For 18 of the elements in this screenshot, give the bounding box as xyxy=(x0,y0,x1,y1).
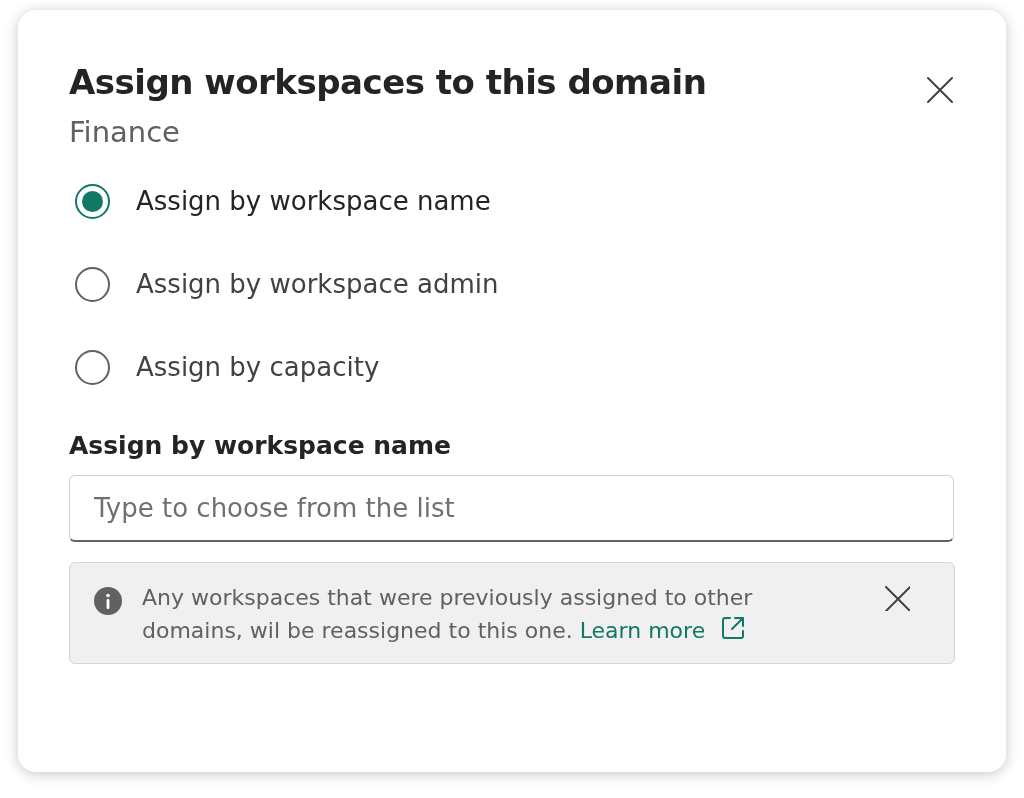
radio-option[interactable]: Assign by workspace admin xyxy=(69,264,956,304)
radio-button[interactable] xyxy=(75,349,110,385)
dialog-title: Assign workspaces to this domain xyxy=(69,62,707,103)
info-message-text: Any workspaces that were previously assigned to other domains, wil be reassigned to this one. Learn more xyxy=(142,583,754,645)
radio-button[interactable] xyxy=(75,183,110,219)
external-link-icon[interactable] xyxy=(720,614,747,641)
input-field[interactable]: Type to choose from the list xyxy=(69,474,954,542)
dismiss-button[interactable] xyxy=(884,584,910,611)
dialog-subtitle: Finance xyxy=(69,114,181,150)
option-label: Assign by workspace admin xyxy=(136,267,499,301)
radio-button[interactable] xyxy=(75,266,110,302)
info-icon xyxy=(94,586,122,615)
option-label: Assign by capacity xyxy=(136,350,380,384)
learn-more-link[interactable]: Learn more xyxy=(579,617,747,643)
radio-option[interactable]: Assign by capacity xyxy=(69,347,956,387)
option-label: Assign by workspace name xyxy=(136,184,491,218)
field-label: Assign by workspace name xyxy=(69,430,452,461)
radio-option[interactable]: Assign by workspace name xyxy=(69,181,956,221)
